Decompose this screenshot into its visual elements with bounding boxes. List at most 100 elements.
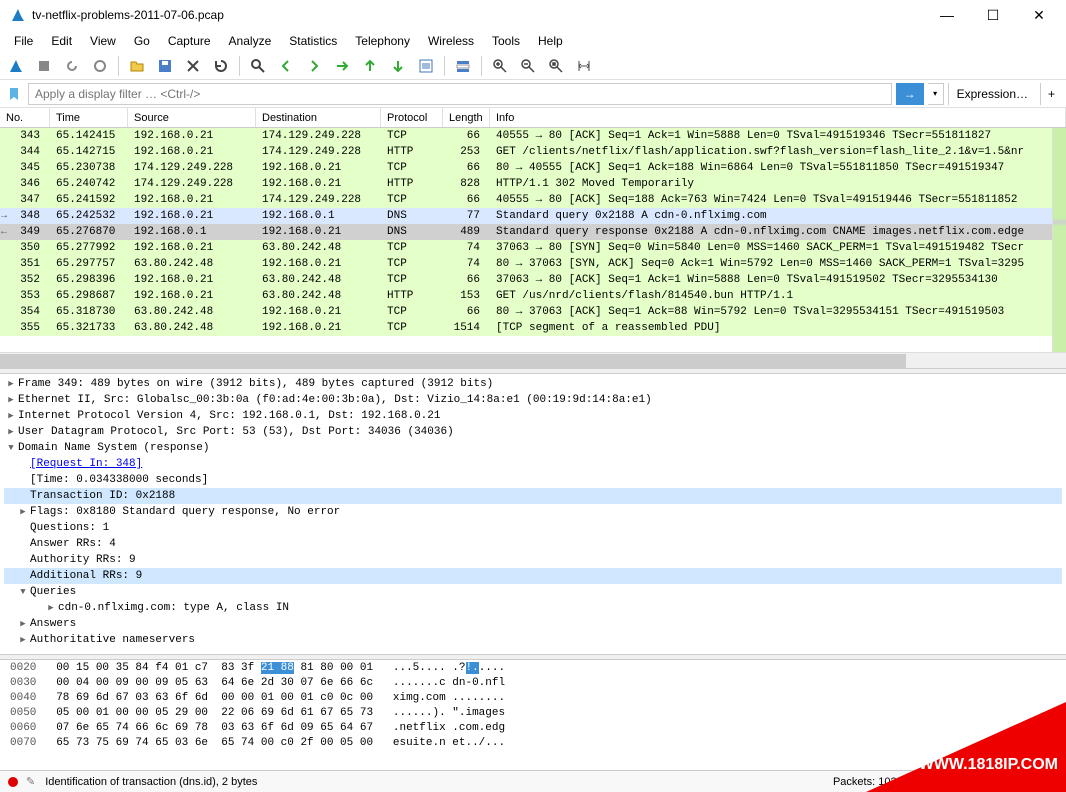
toolbar <box>0 52 1066 80</box>
menubar: File Edit View Go Capture Analyze Statis… <box>0 30 1066 52</box>
packet-row[interactable]: 34465.142715192.168.0.21174.129.249.228H… <box>0 144 1066 160</box>
col-length[interactable]: Length <box>443 108 490 127</box>
last-icon[interactable] <box>386 54 410 78</box>
save-icon[interactable] <box>153 54 177 78</box>
menu-telephony[interactable]: Telephony <box>347 32 418 50</box>
packet-row[interactable]: 35265.298396192.168.0.2163.80.242.48TCP6… <box>0 272 1066 288</box>
answers-line[interactable]: Answers <box>30 618 76 630</box>
packet-row[interactable]: 35465.31873063.80.242.48192.168.0.21TCP6… <box>0 304 1066 320</box>
edit-icon[interactable]: ✎ <box>26 775 35 788</box>
go-forward-icon[interactable] <box>302 54 326 78</box>
col-source[interactable]: Source <box>128 108 256 127</box>
maximize-button[interactable]: ☐ <box>970 0 1016 30</box>
expert-info-icon[interactable] <box>8 777 18 787</box>
packet-row[interactable]: 35365.298687192.168.0.2163.80.242.48HTTP… <box>0 288 1066 304</box>
time-line: [Time: 0.034338000 seconds] <box>30 474 208 486</box>
ethernet-line[interactable]: Ethernet II, Src: Globalsc_00:3b:0a (f0:… <box>18 394 652 406</box>
filter-history-dropdown[interactable]: ▾ <box>928 83 944 105</box>
packet-row[interactable]: 34565.230738174.129.249.228192.168.0.21T… <box>0 160 1066 176</box>
related-packet-icon: → <box>1 211 7 222</box>
close-button[interactable]: ✕ <box>1016 0 1062 30</box>
menu-edit[interactable]: Edit <box>43 32 80 50</box>
add-filter-button[interactable]: + <box>1040 83 1062 105</box>
menu-wireless[interactable]: Wireless <box>420 32 482 50</box>
expand-icon[interactable]: ▶ <box>16 635 30 645</box>
expand-icon[interactable]: ▶ <box>4 411 18 421</box>
flags-line[interactable]: Flags: 0x8180 Standard query response, N… <box>30 506 340 518</box>
expand-icon[interactable]: ▶ <box>4 379 18 389</box>
resize-columns-icon[interactable] <box>572 54 596 78</box>
packet-list[interactable]: 34365.142415192.168.0.21174.129.249.228T… <box>0 128 1066 352</box>
menu-file[interactable]: File <box>6 32 41 50</box>
queries-line[interactable]: Queries <box>30 586 76 598</box>
udp-line[interactable]: User Datagram Protocol, Src Port: 53 (53… <box>18 426 454 438</box>
reload-icon[interactable] <box>209 54 233 78</box>
packet-row[interactable]: →34865.242532192.168.0.21192.168.0.1DNS7… <box>0 208 1066 224</box>
packet-row[interactable]: 35065.277992192.168.0.2163.80.242.48TCP7… <box>0 240 1066 256</box>
expand-icon[interactable]: ▶ <box>4 395 18 405</box>
menu-help[interactable]: Help <box>530 32 571 50</box>
first-icon[interactable] <box>358 54 382 78</box>
watermark-text: WWW.1818IP.COM <box>919 756 1058 774</box>
zoom-out-icon[interactable] <box>516 54 540 78</box>
minimize-button[interactable]: — <box>924 0 970 30</box>
frame-line[interactable]: Frame 349: 489 bytes on wire (3912 bits)… <box>18 378 493 390</box>
watermark-triangle <box>866 702 1066 792</box>
expand-icon[interactable]: ▶ <box>4 427 18 437</box>
questions-line: Questions: 1 <box>30 522 109 534</box>
col-destination[interactable]: Destination <box>256 108 381 127</box>
menu-analyze[interactable]: Analyze <box>221 32 280 50</box>
query-item[interactable]: cdn-0.nflximg.com: type A, class IN <box>58 602 289 614</box>
request-in-link[interactable]: [Request In: 348] <box>30 458 142 470</box>
expand-icon[interactable]: ▶ <box>16 507 30 517</box>
packet-details[interactable]: ▶Frame 349: 489 bytes on wire (3912 bits… <box>0 374 1066 654</box>
close-file-icon[interactable] <box>181 54 205 78</box>
menu-go[interactable]: Go <box>126 32 158 50</box>
authority-rrs-line: Authority RRs: 9 <box>30 554 136 566</box>
colorize-icon[interactable] <box>451 54 475 78</box>
display-filter-input[interactable] <box>28 83 892 105</box>
hex-line[interactable]: 0030 00 04 00 09 00 09 05 63 64 6e 2d 30… <box>10 677 1056 692</box>
menu-capture[interactable]: Capture <box>160 32 219 50</box>
packet-row[interactable]: ←34965.276870192.168.0.1192.168.0.21DNS4… <box>0 224 1066 240</box>
collapse-icon[interactable]: ▼ <box>16 587 30 597</box>
zoom-in-icon[interactable] <box>488 54 512 78</box>
go-back-icon[interactable] <box>274 54 298 78</box>
expand-icon[interactable]: ▶ <box>44 603 58 613</box>
packet-list-hscroll[interactable] <box>0 352 1066 368</box>
col-no[interactable]: No. <box>0 108 50 127</box>
dns-line[interactable]: Domain Name System (response) <box>18 442 209 454</box>
expression-button[interactable]: Expression… <box>948 83 1036 105</box>
col-time[interactable]: Time <box>50 108 128 127</box>
bookmark-icon[interactable] <box>4 84 24 104</box>
options-icon[interactable] <box>88 54 112 78</box>
hex-line[interactable]: 0020 00 15 00 35 84 f4 01 c7 83 3f 21 88… <box>10 662 1056 677</box>
menu-statistics[interactable]: Statistics <box>281 32 345 50</box>
stop-icon[interactable] <box>32 54 56 78</box>
collapse-icon[interactable]: ▼ <box>4 443 18 453</box>
zoom-reset-icon[interactable] <box>544 54 568 78</box>
ip-line[interactable]: Internet Protocol Version 4, Src: 192.16… <box>18 410 440 422</box>
packet-row[interactable]: 34365.142415192.168.0.21174.129.249.228T… <box>0 128 1066 144</box>
packet-row[interactable]: 34665.240742174.129.249.228192.168.0.21H… <box>0 176 1066 192</box>
expand-icon[interactable]: ▶ <box>16 619 30 629</box>
apply-filter-button[interactable]: → <box>896 83 924 105</box>
additional-rrs-line: Additional RRs: 9 <box>30 570 142 582</box>
transaction-id-line[interactable]: Transaction ID: 0x2188 <box>30 490 175 502</box>
open-icon[interactable] <box>125 54 149 78</box>
auto-scroll-icon[interactable] <box>414 54 438 78</box>
auth-ns-line[interactable]: Authoritative nameservers <box>30 634 195 646</box>
col-info[interactable]: Info <box>490 108 1066 127</box>
find-icon[interactable] <box>246 54 270 78</box>
go-to-icon[interactable] <box>330 54 354 78</box>
window-title: tv-netflix-problems-2011-07-06.pcap <box>32 8 924 22</box>
packet-row[interactable]: 34765.241592192.168.0.21174.129.249.228T… <box>0 192 1066 208</box>
shark-fin-icon[interactable] <box>4 54 28 78</box>
packet-minimap[interactable] <box>1052 128 1066 352</box>
restart-icon[interactable] <box>60 54 84 78</box>
col-protocol[interactable]: Protocol <box>381 108 443 127</box>
packet-row[interactable]: 35165.29775763.80.242.48192.168.0.21TCP7… <box>0 256 1066 272</box>
menu-tools[interactable]: Tools <box>484 32 528 50</box>
packet-row[interactable]: 35565.32173363.80.242.48192.168.0.21TCP1… <box>0 320 1066 336</box>
menu-view[interactable]: View <box>82 32 124 50</box>
